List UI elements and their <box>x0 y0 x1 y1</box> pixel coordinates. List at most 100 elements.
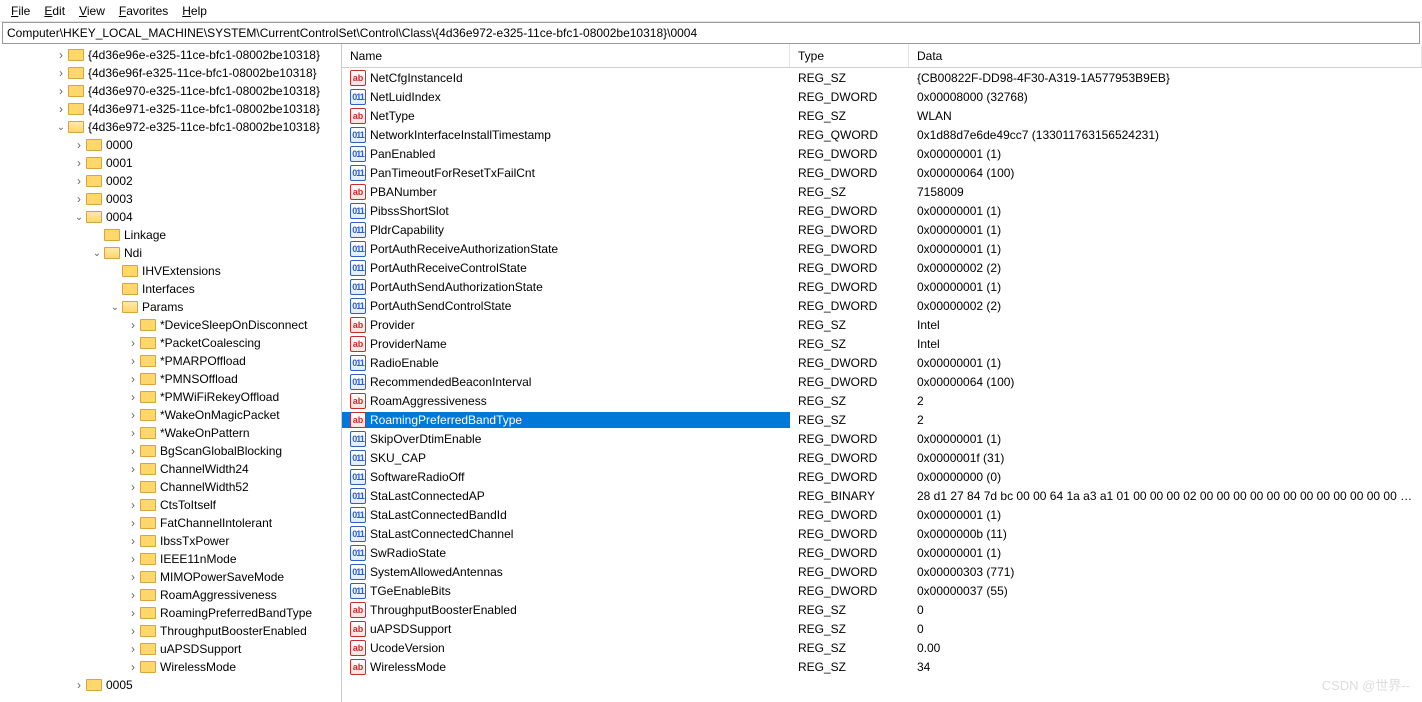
value-row[interactable]: NetLuidIndexREG_DWORD0x00008000 (32768) <box>342 87 1422 106</box>
tree-item[interactable]: {4d36e970-e325-11ce-bfc1-08002be10318} <box>0 82 341 100</box>
value-row[interactable]: SkipOverDtimEnableREG_DWORD0x00000001 (1… <box>342 429 1422 448</box>
chevron-right-icon[interactable] <box>126 570 140 584</box>
menu-file[interactable]: File <box>4 2 37 20</box>
value-row[interactable]: RoamAggressivenessREG_SZ2 <box>342 391 1422 410</box>
tree-item[interactable]: RoamAggressiveness <box>0 586 341 604</box>
tree-item[interactable]: Ndi <box>0 244 341 262</box>
tree-pane[interactable]: {4d36e96e-e325-11ce-bfc1-08002be10318}{4… <box>0 44 342 702</box>
value-row[interactable]: PanTimeoutForResetTxFailCntREG_DWORD0x00… <box>342 163 1422 182</box>
chevron-right-icon[interactable] <box>126 588 140 602</box>
chevron-down-icon[interactable] <box>72 210 86 224</box>
value-row[interactable]: UcodeVersionREG_SZ0.00 <box>342 638 1422 657</box>
chevron-right-icon[interactable] <box>126 462 140 476</box>
tree-item[interactable]: IEEE11nMode <box>0 550 341 568</box>
col-header-data[interactable]: Data <box>909 44 1422 67</box>
tree-item[interactable]: {4d36e96e-e325-11ce-bfc1-08002be10318} <box>0 46 341 64</box>
col-header-type[interactable]: Type <box>790 44 909 67</box>
value-row[interactable]: StaLastConnectedChannelREG_DWORD0x000000… <box>342 524 1422 543</box>
chevron-right-icon[interactable] <box>72 678 86 692</box>
chevron-right-icon[interactable] <box>54 66 68 80</box>
value-row[interactable]: RadioEnableREG_DWORD0x00000001 (1) <box>342 353 1422 372</box>
tree-item[interactable]: *WakeOnMagicPacket <box>0 406 341 424</box>
tree-item[interactable]: {4d36e972-e325-11ce-bfc1-08002be10318} <box>0 118 341 136</box>
chevron-right-icon[interactable] <box>126 552 140 566</box>
tree-item[interactable]: IHVExtensions <box>0 262 341 280</box>
chevron-right-icon[interactable] <box>126 354 140 368</box>
value-row[interactable]: NetTypeREG_SZWLAN <box>342 106 1422 125</box>
value-row[interactable]: PortAuthSendAuthorizationStateREG_DWORD0… <box>342 277 1422 296</box>
chevron-right-icon[interactable] <box>126 318 140 332</box>
tree-item[interactable]: ThroughputBoosterEnabled <box>0 622 341 640</box>
value-row[interactable]: SoftwareRadioOffREG_DWORD0x00000000 (0) <box>342 467 1422 486</box>
chevron-right-icon[interactable] <box>126 372 140 386</box>
chevron-right-icon[interactable] <box>126 498 140 512</box>
tree-item[interactable]: ChannelWidth24 <box>0 460 341 478</box>
value-row[interactable]: PortAuthReceiveControlStateREG_DWORD0x00… <box>342 258 1422 277</box>
value-row[interactable]: RoamingPreferredBandTypeREG_SZ2 <box>342 410 1422 429</box>
tree-item[interactable]: Linkage <box>0 226 341 244</box>
chevron-right-icon[interactable] <box>54 102 68 116</box>
value-row[interactable]: WirelessModeREG_SZ34 <box>342 657 1422 676</box>
tree-item[interactable]: {4d36e96f-e325-11ce-bfc1-08002be10318} <box>0 64 341 82</box>
menu-edit[interactable]: Edit <box>37 2 72 20</box>
value-row[interactable]: RecommendedBeaconIntervalREG_DWORD0x0000… <box>342 372 1422 391</box>
tree-item[interactable]: *PMWiFiRekeyOffload <box>0 388 341 406</box>
chevron-right-icon[interactable] <box>72 138 86 152</box>
tree-item[interactable]: CtsToItself <box>0 496 341 514</box>
tree-item[interactable]: *PMNSOffload <box>0 370 341 388</box>
value-row[interactable]: uAPSDSupportREG_SZ0 <box>342 619 1422 638</box>
chevron-right-icon[interactable] <box>126 444 140 458</box>
tree-item[interactable]: 0003 <box>0 190 341 208</box>
chevron-right-icon[interactable] <box>54 84 68 98</box>
col-header-name[interactable]: Name <box>342 44 790 67</box>
value-row[interactable]: PanEnabledREG_DWORD0x00000001 (1) <box>342 144 1422 163</box>
value-row[interactable]: PibssShortSlotREG_DWORD0x00000001 (1) <box>342 201 1422 220</box>
value-row[interactable]: PldrCapabilityREG_DWORD0x00000001 (1) <box>342 220 1422 239</box>
address-input[interactable] <box>3 25 1419 41</box>
tree-item[interactable]: WirelessMode <box>0 658 341 676</box>
value-row[interactable]: StaLastConnectedAPREG_BINARY28 d1 27 84 … <box>342 486 1422 505</box>
chevron-down-icon[interactable] <box>108 300 122 314</box>
chevron-right-icon[interactable] <box>126 534 140 548</box>
chevron-right-icon[interactable] <box>126 642 140 656</box>
chevron-right-icon[interactable] <box>126 390 140 404</box>
menu-favorites[interactable]: Favorites <box>112 2 175 20</box>
tree-item[interactable]: MIMOPowerSaveMode <box>0 568 341 586</box>
value-row[interactable]: ThroughputBoosterEnabledREG_SZ0 <box>342 600 1422 619</box>
tree-item[interactable]: {4d36e971-e325-11ce-bfc1-08002be10318} <box>0 100 341 118</box>
value-row[interactable]: ProviderREG_SZIntel <box>342 315 1422 334</box>
value-row[interactable]: PBANumberREG_SZ7158009 <box>342 182 1422 201</box>
tree-item[interactable]: IbssTxPower <box>0 532 341 550</box>
tree-item[interactable]: BgScanGlobalBlocking <box>0 442 341 460</box>
chevron-down-icon[interactable] <box>54 120 68 134</box>
tree-item[interactable]: Interfaces <box>0 280 341 298</box>
chevron-right-icon[interactable] <box>54 48 68 62</box>
value-row[interactable]: NetCfgInstanceIdREG_SZ{CB00822F-DD98-4F3… <box>342 68 1422 87</box>
chevron-right-icon[interactable] <box>126 426 140 440</box>
tree-item[interactable]: *WakeOnPattern <box>0 424 341 442</box>
chevron-right-icon[interactable] <box>126 516 140 530</box>
value-row[interactable]: PortAuthSendControlStateREG_DWORD0x00000… <box>342 296 1422 315</box>
value-row[interactable]: PortAuthReceiveAuthorizationStateREG_DWO… <box>342 239 1422 258</box>
tree-item[interactable]: Params <box>0 298 341 316</box>
tree-item[interactable]: *PMARPOffload <box>0 352 341 370</box>
tree-item[interactable]: *PacketCoalescing <box>0 334 341 352</box>
tree-item[interactable]: 0005 <box>0 676 341 694</box>
tree-item[interactable]: FatChannelIntolerant <box>0 514 341 532</box>
tree-item[interactable]: *DeviceSleepOnDisconnect <box>0 316 341 334</box>
menu-view[interactable]: View <box>72 2 112 20</box>
chevron-right-icon[interactable] <box>126 480 140 494</box>
value-row[interactable]: SKU_CAPREG_DWORD0x0000001f (31) <box>342 448 1422 467</box>
value-row[interactable]: TGeEnableBitsREG_DWORD0x00000037 (55) <box>342 581 1422 600</box>
tree-item[interactable]: uAPSDSupport <box>0 640 341 658</box>
tree-item[interactable]: 0004 <box>0 208 341 226</box>
tree-item[interactable]: RoamingPreferredBandType <box>0 604 341 622</box>
chevron-right-icon[interactable] <box>72 174 86 188</box>
tree-item[interactable]: ChannelWidth52 <box>0 478 341 496</box>
chevron-right-icon[interactable] <box>72 156 86 170</box>
value-row[interactable]: NetworkInterfaceInstallTimestampREG_QWOR… <box>342 125 1422 144</box>
chevron-right-icon[interactable] <box>126 624 140 638</box>
chevron-right-icon[interactable] <box>126 408 140 422</box>
chevron-right-icon[interactable] <box>72 192 86 206</box>
chevron-right-icon[interactable] <box>126 336 140 350</box>
